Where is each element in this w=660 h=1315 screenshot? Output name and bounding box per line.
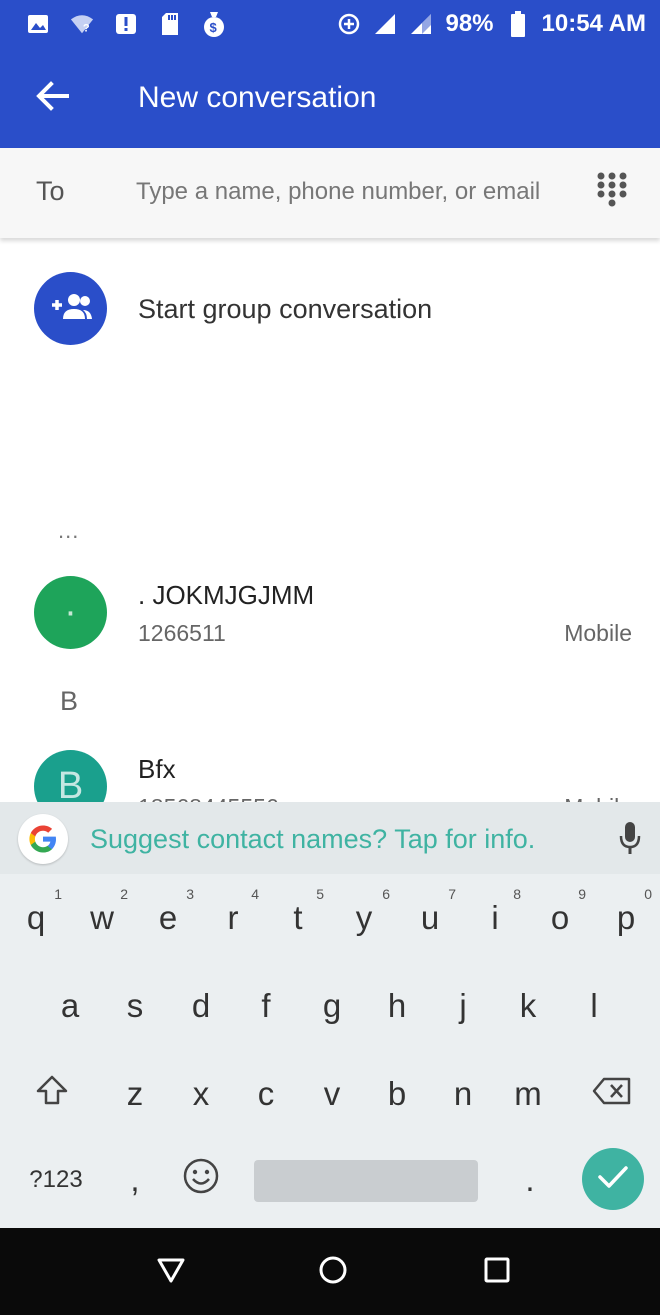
signal-icon	[373, 12, 397, 36]
key-a[interactable]: a	[40, 968, 100, 1044]
check-icon	[597, 1165, 629, 1194]
emoji-key[interactable]	[171, 1142, 231, 1218]
status-notification-icons: ? $	[0, 12, 226, 37]
contact-number: 1266511	[138, 620, 226, 646]
image-icon	[26, 12, 50, 36]
backspace-key[interactable]	[582, 1056, 642, 1132]
sd-card-icon	[158, 12, 182, 36]
nav-back-button[interactable]	[151, 1252, 191, 1292]
key-q[interactable]: q1	[6, 880, 66, 956]
comma-key[interactable]: ,	[105, 1142, 165, 1218]
key-u[interactable]: u7	[400, 880, 460, 956]
key-g[interactable]: g	[302, 968, 362, 1044]
money-bag-icon: $	[202, 12, 226, 37]
suggestion-text[interactable]: Suggest contact names? Tap for info.	[90, 824, 535, 855]
contact-name: . JOKMJGJMM	[138, 580, 315, 610]
done-key[interactable]	[582, 1148, 644, 1210]
key-l[interactable]: l	[564, 968, 624, 1044]
navigation-bar	[0, 1228, 660, 1315]
key-f[interactable]: f	[236, 968, 296, 1044]
key-t[interactable]: t5	[268, 880, 328, 956]
triangle-back-icon	[156, 1256, 186, 1289]
svg-text:$: $	[210, 20, 218, 35]
key-x[interactable]: x	[171, 1056, 231, 1132]
recipient-input[interactable]	[136, 170, 566, 214]
microphone-icon	[618, 820, 642, 861]
section-header: ...	[58, 518, 80, 543]
soft-keyboard: Suggest contact names? Tap for info. q1 …	[0, 802, 660, 1228]
recipient-row: To	[0, 148, 660, 238]
add-group-icon	[49, 291, 93, 326]
dialpad-button[interactable]	[590, 170, 634, 214]
dialpad-icon	[595, 171, 629, 214]
status-system-icons: 98% 10:54 AM	[337, 10, 660, 38]
key-k[interactable]: k	[498, 968, 558, 1044]
key-v[interactable]: v	[302, 1056, 362, 1132]
status-bar: ? $ 98% 10:54 AM	[0, 0, 660, 48]
group-conversation-label: Start group conversation	[138, 294, 433, 324]
circle-home-icon	[317, 1254, 349, 1291]
key-m[interactable]: m	[498, 1056, 558, 1132]
start-group-conversation[interactable]: Start group conversation	[0, 262, 660, 358]
key-b[interactable]: b	[367, 1056, 427, 1132]
key-h[interactable]: h	[367, 968, 427, 1044]
key-i[interactable]: i8	[465, 880, 525, 956]
page-title: New conversation	[138, 81, 377, 114]
key-n[interactable]: n	[433, 1056, 493, 1132]
backspace-icon	[592, 1075, 632, 1113]
shift-key[interactable]	[22, 1056, 82, 1132]
group-avatar	[34, 272, 107, 345]
data-saver-icon	[337, 12, 361, 36]
section-header: B	[60, 686, 79, 716]
key-z[interactable]: z	[105, 1056, 165, 1132]
signal-icon	[409, 12, 433, 36]
square-recents-icon	[483, 1256, 511, 1289]
shift-icon	[35, 1074, 69, 1114]
arrow-back-icon	[35, 80, 69, 116]
back-button[interactable]	[30, 78, 74, 118]
key-j[interactable]: j	[433, 968, 493, 1044]
contact-name: Bfx	[138, 754, 176, 784]
contact-row[interactable]: · . JOKMJGJMM 1266511 Mobile	[0, 576, 660, 668]
emoji-icon	[182, 1157, 220, 1203]
nav-recents-button[interactable]	[477, 1252, 517, 1292]
nav-home-button[interactable]	[313, 1252, 353, 1292]
contact-number-type: Mobile	[564, 620, 632, 646]
app-bar: New conversation	[0, 48, 660, 148]
wifi-question-icon: ?	[70, 12, 94, 36]
voice-input-button[interactable]	[612, 820, 648, 860]
period-key[interactable]: .	[500, 1142, 560, 1218]
key-p[interactable]: p0	[596, 880, 656, 956]
key-r[interactable]: r4	[203, 880, 263, 956]
key-s[interactable]: s	[105, 968, 165, 1044]
key-e[interactable]: e3	[138, 880, 198, 956]
key-o[interactable]: o9	[530, 880, 590, 956]
svg-text:?: ?	[83, 22, 90, 34]
key-d[interactable]: d	[171, 968, 231, 1044]
key-w[interactable]: w2	[72, 880, 132, 956]
symbols-key[interactable]: ?123	[18, 1142, 94, 1218]
avatar: ·	[34, 576, 107, 649]
to-label: To	[36, 176, 65, 206]
alert-icon	[114, 12, 138, 36]
status-time: 10:54 AM	[541, 10, 646, 37]
battery-icon	[506, 11, 530, 37]
key-c[interactable]: c	[236, 1056, 296, 1132]
key-y[interactable]: y6	[334, 880, 394, 956]
space-key[interactable]	[254, 1160, 478, 1202]
google-logo-icon[interactable]	[18, 814, 68, 864]
suggestion-strip[interactable]: Suggest contact names? Tap for info.	[0, 802, 660, 874]
battery-percent: 98%	[445, 10, 494, 37]
